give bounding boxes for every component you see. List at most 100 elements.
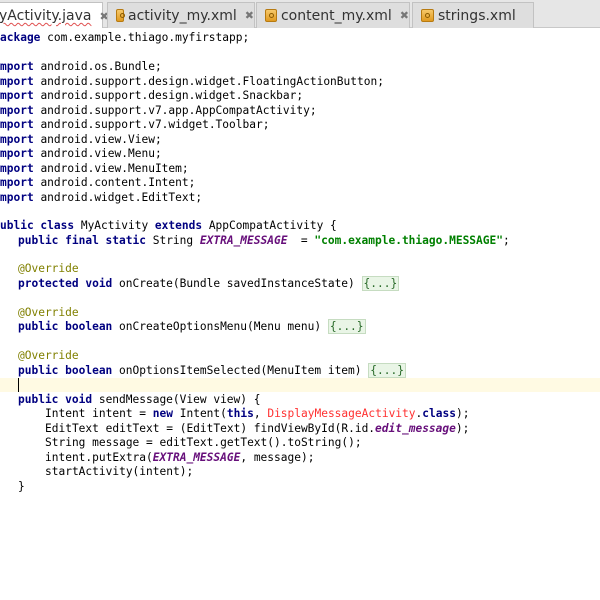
code-line-import: mport android.support.v7.widget.Toolbar; bbox=[0, 118, 269, 132]
string-literal: "com.example.thiago.MESSAGE" bbox=[314, 233, 503, 247]
modifier-keyword: protected void bbox=[18, 276, 113, 290]
code-line-startactivity: startActivity(intent); bbox=[45, 465, 194, 478]
import-keyword: mport bbox=[0, 190, 34, 204]
constant-name: EXTRA_MESSAGE bbox=[152, 450, 241, 464]
tab-myactivity-java[interactable]: yActivity.java ✖ bbox=[0, 2, 109, 29]
class-keyword: class bbox=[422, 407, 456, 420]
close-icon[interactable]: ✖ bbox=[245, 9, 254, 22]
code-line-edittext: EditText editText = (EditText) findViewB… bbox=[45, 422, 469, 436]
import-keyword: mport bbox=[0, 118, 34, 131]
code-editor[interactable]: ackage com.example.thiago.myfirstapp; mp… bbox=[0, 28, 600, 600]
editor-tab-bar: yActivity.java ✖ activity_my.xml ✖ conte… bbox=[0, 0, 600, 29]
import-keyword: mport bbox=[0, 147, 34, 160]
close-icon[interactable]: ✖ bbox=[400, 9, 409, 22]
statement-text: ); bbox=[455, 407, 470, 420]
tab-label: strings.xml bbox=[438, 7, 516, 24]
text-caret bbox=[18, 378, 19, 392]
tab-strings-xml[interactable]: strings.xml bbox=[412, 2, 534, 28]
field-type: String bbox=[145, 233, 200, 247]
statement-text: , message); bbox=[240, 450, 315, 464]
code-line-import: mport android.support.v7.app.AppCompatAc… bbox=[0, 104, 317, 118]
code-line-package: ackage com.example.thiago.myfirstapp; bbox=[0, 31, 249, 45]
import-keyword: mport bbox=[0, 89, 34, 102]
import-path: android.view.MenuItem; bbox=[40, 161, 189, 175]
method-signature: sendMessage(View view) { bbox=[92, 392, 261, 406]
code-line-import: mport android.os.Bundle; bbox=[0, 60, 162, 74]
package-name: com.example.thiago.myfirstapp; bbox=[40, 31, 250, 44]
import-keyword: mport bbox=[0, 103, 34, 117]
import-path: android.support.design.widget.FloatingAc… bbox=[40, 74, 384, 88]
semicolon: ; bbox=[502, 233, 510, 247]
resource-id: edit_message bbox=[375, 421, 456, 435]
extends-keyword: extends bbox=[154, 219, 203, 232]
assign-operator: = bbox=[287, 233, 315, 247]
code-line-import: mport android.view.MenuItem; bbox=[0, 162, 189, 176]
xml-file-icon bbox=[265, 9, 277, 22]
class-name: MyActivity bbox=[74, 219, 155, 232]
import-path: android.view.Menu; bbox=[40, 147, 162, 160]
import-keyword: mport bbox=[0, 74, 34, 88]
code-line-field: public final static String EXTRA_MESSAGE… bbox=[18, 234, 510, 248]
statement-text: Intent( bbox=[173, 407, 227, 420]
xml-file-icon bbox=[116, 9, 125, 22]
import-path: android.widget.EditText; bbox=[40, 190, 203, 204]
tab-activity-my-xml[interactable]: activity_my.xml ✖ bbox=[107, 2, 255, 28]
code-line-close-brace: } bbox=[18, 479, 25, 493]
code-line-import: mport android.widget.EditText; bbox=[0, 191, 202, 205]
import-path: android.os.Bundle; bbox=[40, 60, 162, 73]
code-line-annotation: @Override bbox=[18, 305, 79, 319]
modifier-keyword: public void bbox=[18, 392, 93, 406]
folded-code-block[interactable]: {...} bbox=[368, 362, 406, 378]
import-path: android.support.design.widget.Snackbar; bbox=[40, 89, 304, 102]
package-keyword: ackage bbox=[0, 31, 41, 44]
folded-code-block[interactable]: {...} bbox=[361, 275, 400, 291]
code-line-import: mport android.view.View; bbox=[0, 133, 162, 147]
code-line-import: mport android.view.Menu; bbox=[0, 147, 162, 161]
code-line-import: mport android.content.Intent; bbox=[0, 176, 195, 190]
code-line-putextra: intent.putExtra(EXTRA_MESSAGE, message); bbox=[45, 451, 314, 465]
class-keyword: ublic class bbox=[0, 219, 75, 232]
import-keyword: mport bbox=[0, 161, 34, 175]
modifier-keyword: public boolean bbox=[18, 320, 113, 333]
code-line-onoptionsitemselected: public boolean onOptionsItemSelected(Men… bbox=[18, 362, 406, 378]
new-keyword: new bbox=[152, 407, 173, 420]
statement-text: ); bbox=[455, 421, 470, 435]
code-line-message: String message = editText.getText().toSt… bbox=[45, 436, 362, 449]
tab-label: yActivity.java bbox=[0, 8, 92, 24]
statement-text: EditText editText = (EditText) findViewB… bbox=[45, 421, 376, 435]
tab-content-my-xml[interactable]: content_my.xml ✖ bbox=[256, 2, 410, 28]
modifier-keyword: public final static bbox=[18, 233, 146, 247]
folded-code-block[interactable]: {...} bbox=[327, 319, 366, 334]
code-line-import: mport android.support.design.widget.Snac… bbox=[0, 89, 303, 103]
statement-text: intent.putExtra( bbox=[45, 450, 153, 464]
comma: , bbox=[253, 407, 268, 420]
import-keyword: mport bbox=[0, 132, 34, 146]
code-line-annotation: @Override bbox=[18, 349, 79, 362]
current-line-highlight bbox=[0, 378, 600, 392]
import-keyword: mport bbox=[0, 176, 34, 189]
code-line-annotation: @Override bbox=[18, 262, 79, 275]
superclass-name: AppCompatActivity { bbox=[202, 219, 337, 232]
code-line-oncreate: protected void onCreate(Bundle savedInst… bbox=[18, 275, 400, 291]
statement-text: Intent intent = bbox=[45, 407, 153, 420]
tab-label: activity_my.xml bbox=[127, 7, 237, 24]
tab-label: content_my.xml bbox=[280, 7, 392, 24]
constant-name: EXTRA_MESSAGE bbox=[199, 233, 288, 247]
modifier-keyword: public boolean bbox=[18, 363, 113, 377]
code-line-sendmessage: public void sendMessage(View view) { bbox=[18, 393, 260, 407]
import-path: android.support.v7.app.AppCompatActivity… bbox=[40, 103, 317, 117]
code-line-intent: Intent intent = new Intent(this, Display… bbox=[45, 407, 469, 421]
xml-file-icon bbox=[421, 9, 434, 22]
method-signature: onOptionsItemSelected(MenuItem item) bbox=[112, 363, 369, 377]
import-path: android.content.Intent; bbox=[40, 176, 196, 189]
code-line-import: mport android.support.design.widget.Floa… bbox=[0, 75, 384, 89]
code-line-oncreateoptionsmenu: public boolean onCreateOptionsMenu(Menu … bbox=[18, 319, 366, 334]
this-keyword: this bbox=[226, 407, 254, 420]
unresolved-class-reference: DisplayMessageActivity bbox=[267, 407, 416, 420]
code-line-class: ublic class MyActivity extends AppCompat… bbox=[0, 219, 337, 233]
method-signature: onCreate(Bundle savedInstanceState) bbox=[112, 276, 362, 290]
method-signature: onCreateOptionsMenu(Menu menu) bbox=[112, 320, 328, 333]
import-path: android.view.View; bbox=[40, 132, 162, 146]
import-path: android.support.v7.widget.Toolbar; bbox=[40, 118, 270, 131]
import-keyword: mport bbox=[0, 60, 34, 73]
